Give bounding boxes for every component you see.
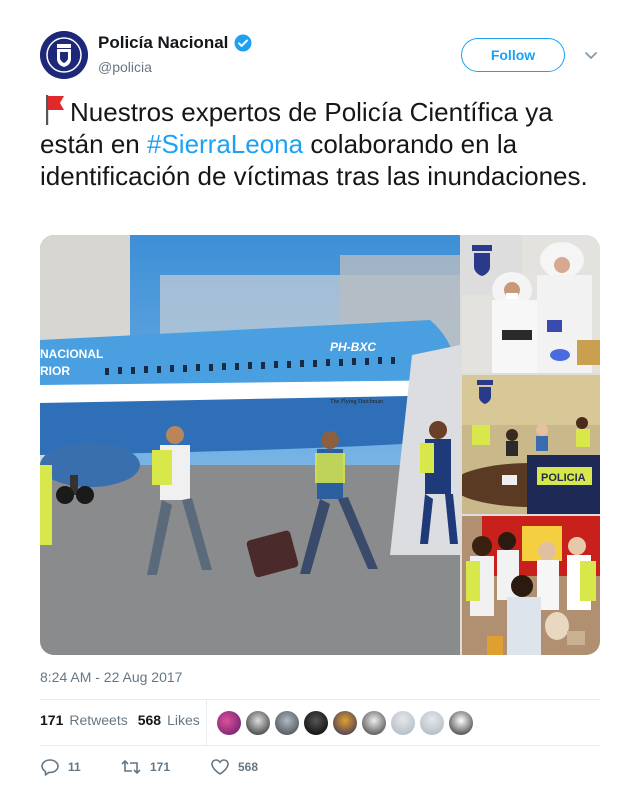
like-button[interactable]: 568: [210, 758, 258, 776]
user-name-row: Policía Nacional: [98, 33, 252, 53]
tweet-stats: 171 Retweets 568 Likes: [40, 712, 200, 728]
hashtag-link[interactable]: #SierraLeona: [147, 129, 303, 159]
liker-avatar[interactable]: [217, 711, 241, 735]
retweet-count: 171: [150, 760, 171, 774]
tweet-media-grid: PH-BXC The Flying Dutchman NACIONAL RIOR: [40, 235, 600, 655]
retweets-label[interactable]: Retweets: [69, 712, 127, 728]
tweet-card: Policía Nacional @policia Follow Nuestro…: [0, 0, 640, 808]
reply-count: 11: [68, 760, 81, 774]
stats-separator: [206, 699, 207, 745]
liker-avatar[interactable]: [333, 711, 357, 735]
retweet-button[interactable]: 171: [120, 758, 210, 776]
likes-count[interactable]: 568: [138, 712, 161, 728]
liker-avatar[interactable]: [449, 711, 473, 735]
divider-bottom: [40, 745, 600, 746]
plane-name: The Flying Dutchman: [330, 399, 383, 405]
verified-badge-icon: [234, 34, 252, 52]
user-name[interactable]: Policía Nacional: [98, 33, 228, 53]
media-photo-lab[interactable]: [462, 235, 600, 373]
tweet-text: Nuestros expertos de Policía Científica …: [40, 93, 606, 192]
like-count: 568: [238, 760, 259, 774]
avatar[interactable]: [40, 31, 88, 79]
reply-button[interactable]: 11: [40, 758, 120, 776]
follow-button[interactable]: Follow: [461, 38, 565, 72]
liker-avatar[interactable]: [391, 711, 415, 735]
media-photo-group[interactable]: [462, 516, 600, 655]
red-flag-emoji-icon: [40, 93, 70, 125]
user-handle[interactable]: @policia: [98, 59, 152, 75]
side-label: POLICIA: [541, 472, 586, 484]
retweets-count[interactable]: 171: [40, 712, 63, 728]
plane-livery-2: RIOR: [40, 364, 70, 378]
liker-avatar[interactable]: [304, 711, 328, 735]
heart-icon: [211, 759, 229, 775]
media-photo-airplane[interactable]: PH-BXC The Flying Dutchman NACIONAL RIOR: [40, 235, 460, 655]
likes-label[interactable]: Likes: [167, 712, 200, 728]
tweet-timestamp[interactable]: 8:24 AM - 22 Aug 2017: [40, 669, 182, 685]
retweet-icon: [121, 759, 141, 775]
divider-top: [40, 699, 600, 700]
plane-livery-1: NACIONAL: [40, 347, 103, 361]
liker-avatars: [217, 711, 473, 735]
liker-avatar[interactable]: [246, 711, 270, 735]
liker-avatar[interactable]: [275, 711, 299, 735]
plane-registration: PH-BXC: [330, 340, 376, 354]
liker-avatar[interactable]: [362, 711, 386, 735]
tweet-actions: 11 171 568: [40, 758, 258, 776]
reply-icon: [41, 759, 59, 776]
chevron-down-icon[interactable]: [584, 48, 598, 60]
media-photo-meeting[interactable]: POLICIA: [462, 375, 600, 514]
liker-avatar[interactable]: [420, 711, 444, 735]
